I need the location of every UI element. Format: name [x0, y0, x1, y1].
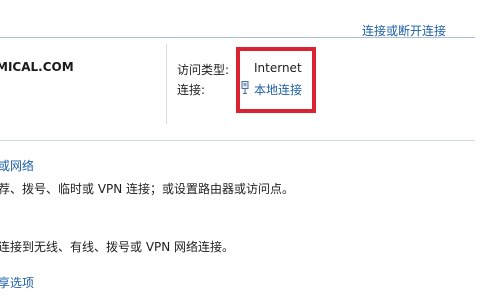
- sharing-options-link[interactable]: 享选项: [0, 274, 34, 291]
- network-info-separator: [166, 44, 167, 124]
- section-divider: [0, 140, 475, 141]
- access-type-label: 访问类型:: [177, 63, 230, 77]
- setup-connection-description: 荐、拨号、临时或 VPN 连接；或设置路由器或访问点。: [0, 182, 295, 196]
- connection-label: 连接:: [177, 83, 206, 97]
- network-name: MICAL.COM: [0, 60, 74, 74]
- setup-new-connection-link[interactable]: 或网络: [0, 157, 34, 174]
- connect-to-network-description: 连接到无线、有线、拨号或 VPN 网络连接。: [0, 240, 235, 254]
- highlight-annotation: [236, 47, 316, 113]
- header-divider: [0, 37, 475, 38]
